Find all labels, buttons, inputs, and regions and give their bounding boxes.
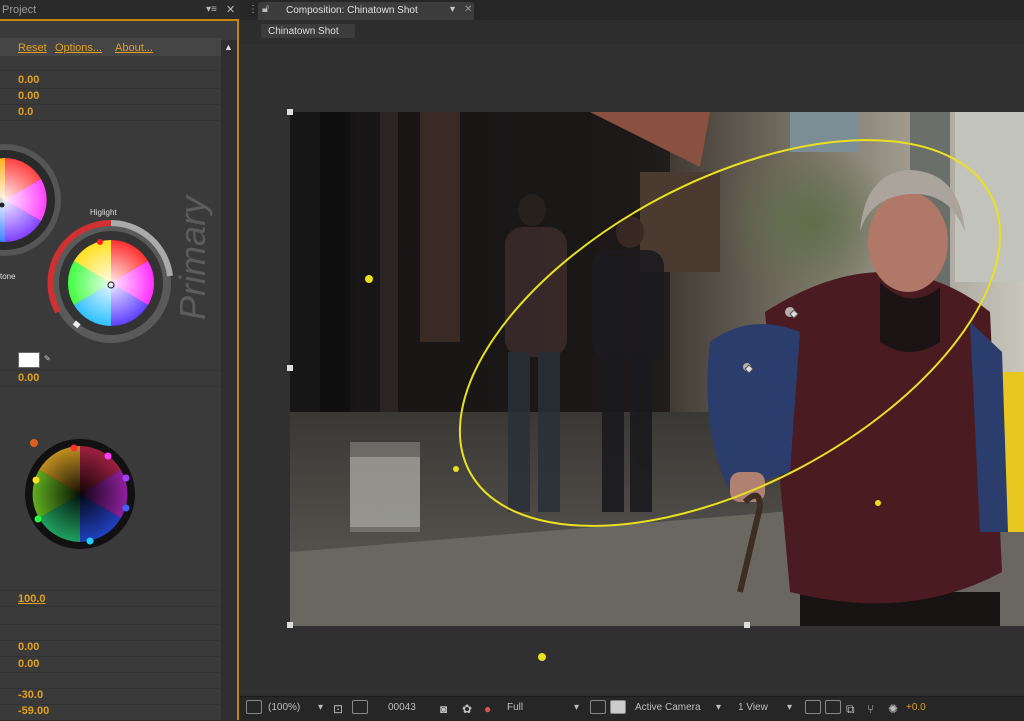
view-layout-dropdown[interactable]: 1 View <box>738 702 768 713</box>
snapshot-icon[interactable]: ◙ <box>440 702 447 716</box>
composition-tab-label[interactable]: Composition: Chinatown Shot <box>286 5 418 16</box>
feather-handle[interactable] <box>744 364 754 374</box>
scroll-up-icon[interactable]: ▲ <box>224 42 233 52</box>
highlight-color-wheel[interactable] <box>47 219 173 343</box>
mask-vertex-handle[interactable] <box>875 500 881 506</box>
layer-corner-handle[interactable] <box>287 109 293 115</box>
mask-center-handle[interactable] <box>365 275 373 283</box>
flowchart-icon[interactable]: ⑂ <box>867 702 874 716</box>
anchor-point-handle[interactable] <box>538 653 546 661</box>
midtone-label: tone <box>0 272 16 281</box>
camera-dropdown[interactable]: Active Camera <box>635 702 701 713</box>
color-swatch[interactable] <box>18 352 40 368</box>
breadcrumb <box>240 20 1024 42</box>
region-of-interest-icon[interactable] <box>590 700 606 714</box>
param-value[interactable]: 100.0 <box>18 593 46 605</box>
chevron-down-icon[interactable]: ▾ <box>574 702 579 713</box>
param-value[interactable]: 0.00 <box>18 372 39 384</box>
close-icon[interactable]: ✕ <box>226 3 235 16</box>
chevron-down-icon[interactable]: ▾ <box>450 4 455 15</box>
pixel-aspect-icon[interactable] <box>805 700 821 714</box>
exposure-reset-icon[interactable]: ✺ <box>888 702 898 716</box>
show-snapshot-icon[interactable]: ✿ <box>462 702 472 716</box>
zoom-dropdown[interactable]: (100%) <box>268 702 300 713</box>
offset-color-wheel[interactable] <box>25 439 135 549</box>
param-value[interactable]: -59.00 <box>18 705 49 717</box>
grip-icon[interactable]: ⋮ <box>248 4 258 15</box>
resolution-dropdown[interactable]: Full <box>507 702 523 713</box>
mask-visibility-icon[interactable] <box>352 700 368 714</box>
shadows-color-wheel[interactable] <box>0 144 61 256</box>
elliptical-mask-path[interactable] <box>398 60 1024 605</box>
mask-vertex-handle[interactable] <box>453 466 459 472</box>
scrollbar[interactable]: ▲ <box>221 40 237 720</box>
param-value[interactable]: -30.0 <box>18 689 43 701</box>
layer-edge-handle[interactable] <box>744 622 750 628</box>
chevron-down-icon[interactable]: ▾ <box>318 702 323 713</box>
layer-corner-handle[interactable] <box>287 622 293 628</box>
eyedropper-icon[interactable]: ✎ <box>44 354 51 363</box>
always-preview-icon[interactable] <box>246 700 262 714</box>
param-value[interactable]: 0.00 <box>18 658 39 670</box>
sub-tab-label[interactable]: Chinatown Shot <box>268 26 339 37</box>
lock-icon[interactable]: 🔓︎ <box>262 3 269 16</box>
chevron-down-icon[interactable]: ▾ <box>787 702 792 713</box>
layer-edge-handle[interactable] <box>287 365 293 371</box>
close-icon[interactable]: ✕ <box>464 4 472 15</box>
param-value[interactable]: 0.00 <box>18 641 39 653</box>
timeline-icon[interactable]: ⧉ <box>846 702 855 717</box>
current-time[interactable]: 00043 <box>388 702 416 713</box>
fast-previews-icon[interactable] <box>825 700 841 714</box>
transparency-grid-icon[interactable] <box>610 700 626 714</box>
highlight-label: Higlight <box>90 208 117 217</box>
feather-handle[interactable] <box>789 309 799 319</box>
exposure-value[interactable]: +0.0 <box>906 702 926 713</box>
primary-watermark-label: Primary <box>172 196 213 320</box>
mask-overlay[interactable] <box>240 44 1024 694</box>
channels-icon[interactable]: ● <box>484 702 491 716</box>
grid-guides-icon[interactable]: ⊡ <box>333 702 343 716</box>
panel-active-border-side <box>237 20 239 720</box>
chevron-down-icon[interactable]: ▾ <box>716 702 721 713</box>
